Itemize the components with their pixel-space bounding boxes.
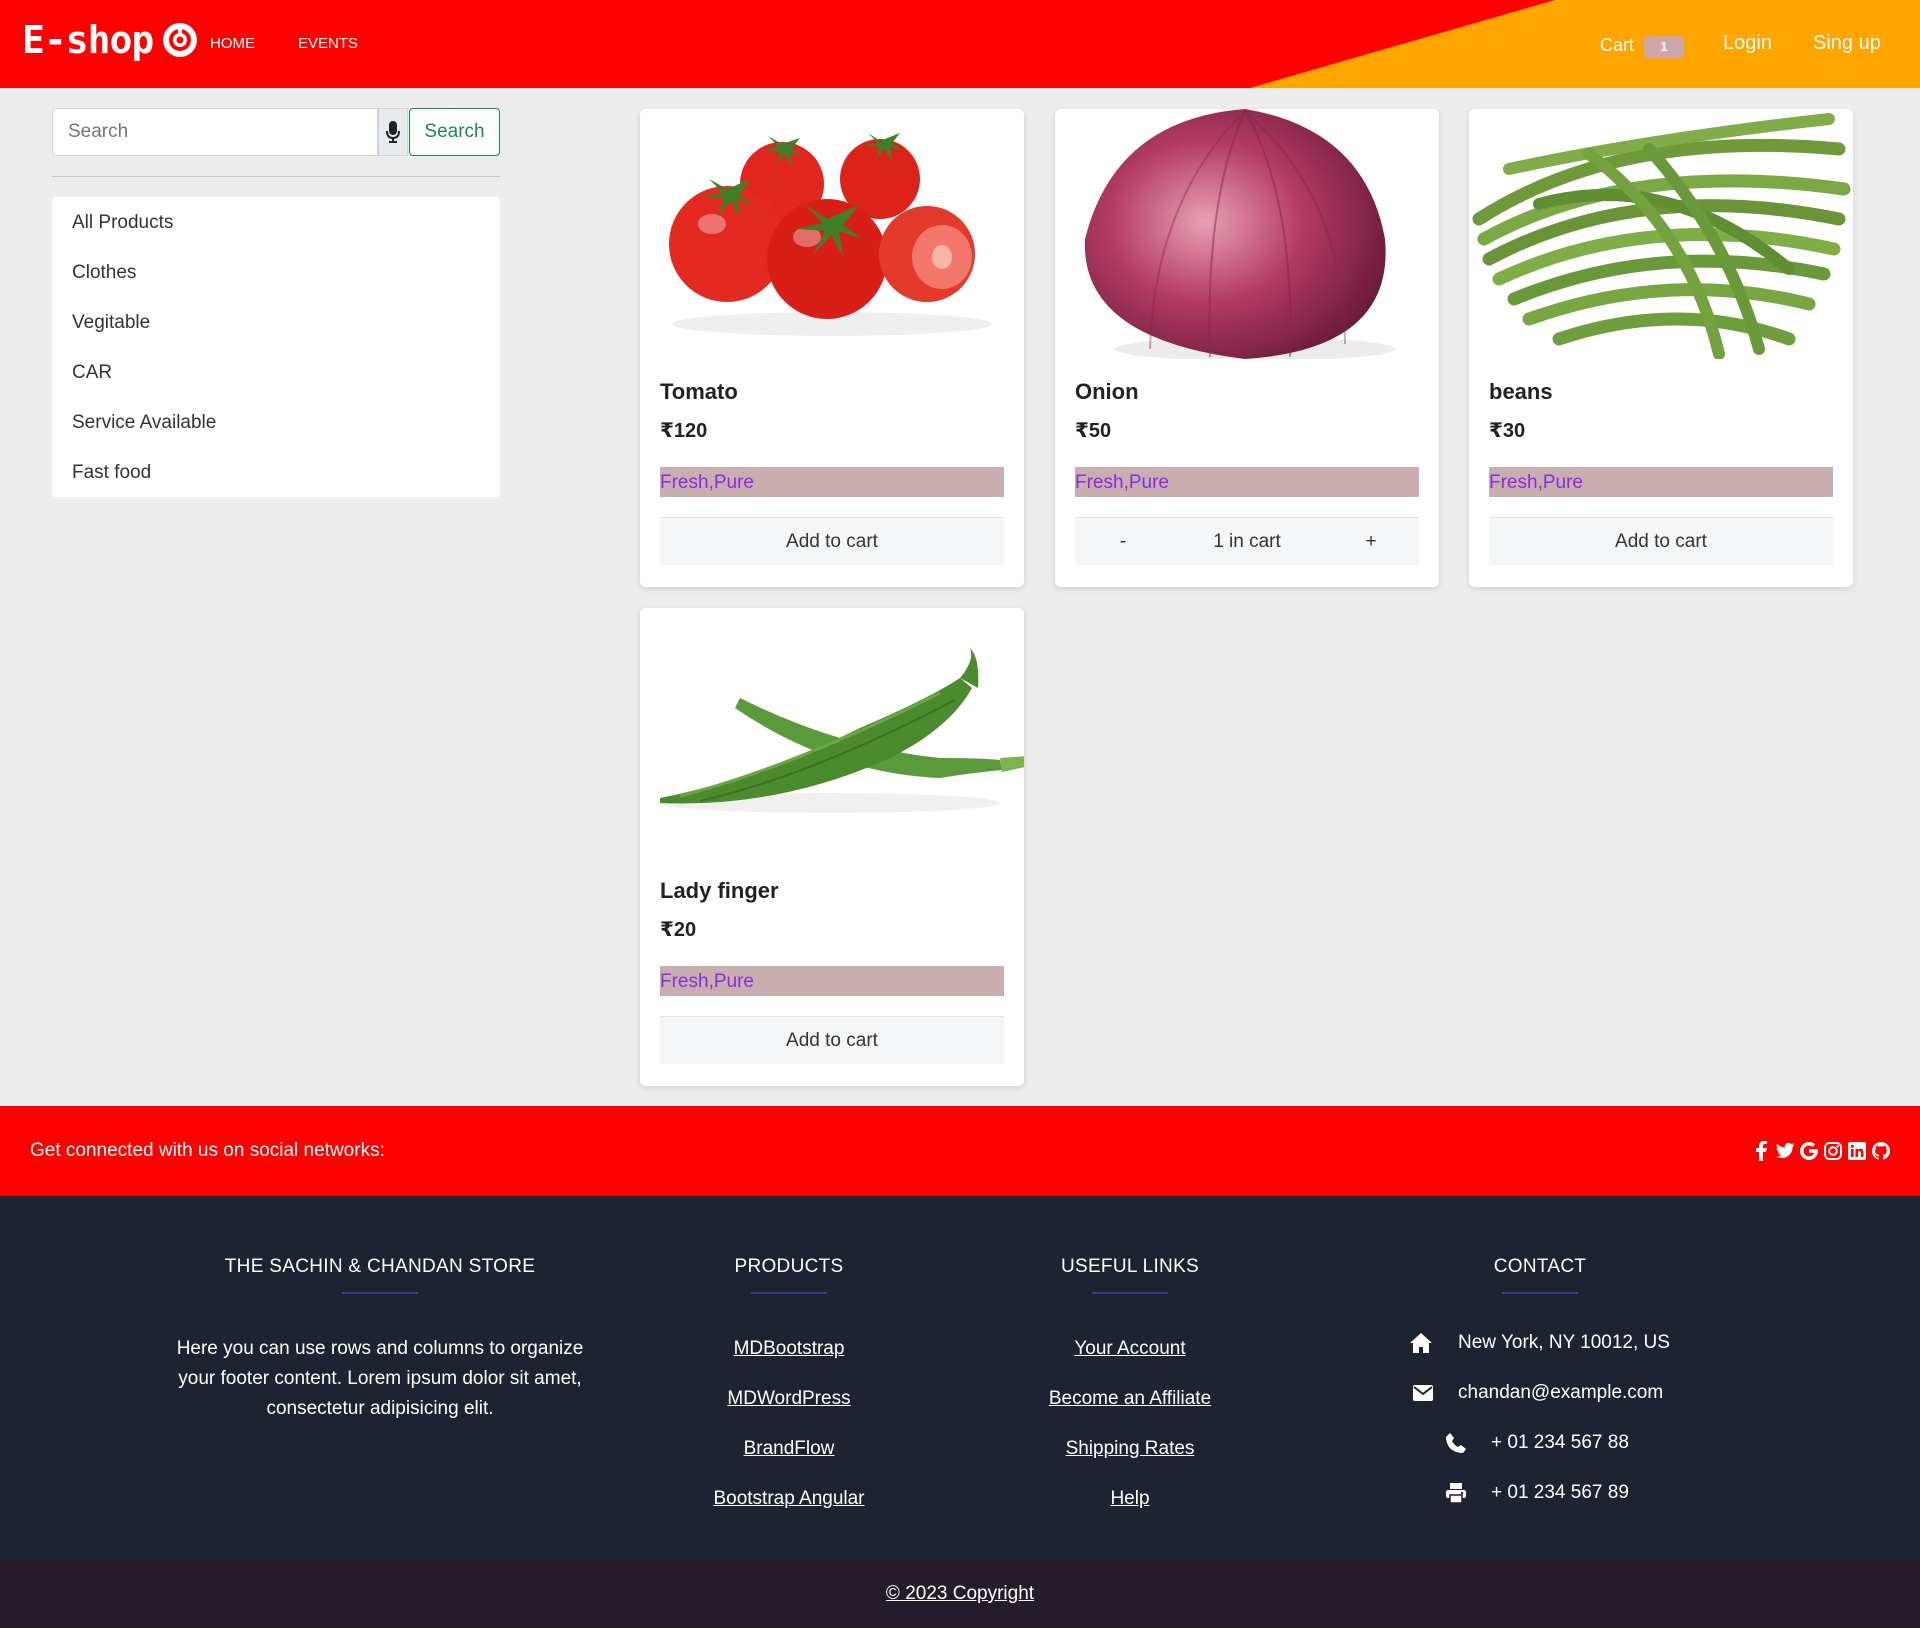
product-price: ₹120 (660, 420, 708, 442)
voice-search-button[interactable] (378, 108, 408, 156)
product-tags: Fresh,Pure (660, 966, 1004, 996)
twitter-icon[interactable] (1776, 1141, 1794, 1161)
google-icon[interactable] (1800, 1141, 1818, 1161)
instagram-icon[interactable] (1824, 1141, 1842, 1161)
add-to-cart-button[interactable]: Add to cart (1489, 517, 1833, 565)
cart-count-badge: 1 (1644, 36, 1684, 58)
footer-useful-links-column: USEFUL LINKS Your Account Become an Affi… (995, 1256, 1265, 1524)
footer-link-brandflow[interactable]: BrandFlow (654, 1424, 924, 1474)
footer-link-help[interactable]: Help (995, 1474, 1265, 1524)
footer-title-rule (751, 1292, 827, 1294)
github-icon[interactable] (1872, 1141, 1890, 1161)
product-image-tomato (640, 109, 1024, 359)
home-icon (1410, 1332, 1432, 1354)
decrease-quantity-button[interactable]: - (1093, 518, 1153, 566)
product-price: ₹30 (1489, 420, 1526, 442)
footer-link-shipping-rates[interactable]: Shipping Rates (995, 1424, 1265, 1474)
category-list: All Products Clothes Vegitable CAR Servi… (52, 197, 500, 497)
footer-contact-column: CONTACT (1405, 1256, 1675, 1294)
contact-address-text: New York, NY 10012, US (1458, 1332, 1670, 1353)
printer-icon (1445, 1482, 1467, 1504)
footer-contact-title: CONTACT (1493, 1256, 1587, 1277)
search-input[interactable] (52, 108, 378, 156)
facebook-icon[interactable] (1752, 1141, 1770, 1161)
category-vegitable[interactable]: Vegitable (52, 298, 500, 348)
phone-icon (1445, 1432, 1467, 1454)
footer-link-become-affiliate[interactable]: Become an Affiliate (995, 1374, 1265, 1424)
cart-link[interactable]: Cart (1600, 35, 1634, 56)
brand-logo[interactable]: E-shop (22, 18, 198, 62)
category-clothes[interactable]: Clothes (52, 248, 500, 298)
brand-name: E-shop (22, 18, 154, 62)
increase-quantity-button[interactable]: + (1341, 518, 1401, 566)
signup-link[interactable]: Sing up (1813, 32, 1881, 55)
product-name: Tomato (660, 379, 738, 404)
footer-title-rule (1092, 1292, 1168, 1294)
footer-store-column: THE SACHIN & CHANDAN STORE Here you can … (175, 1256, 585, 1424)
contact-email: chandan@example.com (1412, 1382, 1663, 1404)
copyright-bar: © 2023 Copyright (0, 1560, 1920, 1628)
category-fast-food[interactable]: Fast food (52, 448, 500, 498)
nav-home-link[interactable]: HOME (210, 35, 255, 52)
nav-events-link[interactable]: EVENTS (298, 35, 358, 52)
product-card-beans: beans ₹30 Fresh,Pure Add to cart (1469, 109, 1853, 587)
quantity-in-cart: 1 in cart (1213, 530, 1281, 552)
footer-store-text: Here you can use rows and columns to org… (176, 1338, 584, 1419)
product-tags: Fresh,Pure (660, 467, 1004, 497)
footer-link-your-account[interactable]: Your Account (995, 1324, 1265, 1374)
product-tags: Fresh,Pure (1075, 467, 1419, 497)
contact-phone: + 01 234 567 88 (1445, 1432, 1629, 1454)
footer-title-rule (342, 1292, 418, 1294)
sidebar-divider (52, 176, 500, 177)
footer-products-links: MDBootstrap MDWordPress BrandFlow Bootst… (654, 1324, 924, 1524)
add-to-cart-label: Add to cart (786, 530, 878, 552)
add-to-cart-label: Add to cart (1615, 530, 1707, 552)
category-car[interactable]: CAR (52, 348, 500, 398)
envelope-icon (1412, 1382, 1434, 1404)
footer-link-bootstrap-angular[interactable]: Bootstrap Angular (654, 1474, 924, 1524)
contact-phone-text: + 01 234 567 88 (1491, 1432, 1629, 1453)
product-name: beans (1489, 379, 1553, 404)
contact-fax-text: + 01 234 567 89 (1491, 1482, 1629, 1503)
top-navbar: E-shop HOME EVENTS Cart 1 Login Sing up (0, 0, 1920, 88)
product-image-beans (1469, 109, 1853, 359)
social-bar: Get connected with us on social networks… (0, 1106, 1920, 1196)
social-connect-text: Get connected with us on social networks… (30, 1140, 385, 1161)
product-image-onion (1055, 109, 1439, 359)
add-to-cart-button[interactable]: Add to cart (660, 1016, 1004, 1064)
login-link[interactable]: Login (1723, 32, 1772, 55)
footer-products-title: PRODUCTS (734, 1256, 844, 1277)
footer-products-column: PRODUCTS MDBootstrap MDWordPress BrandFl… (654, 1256, 924, 1524)
linkedin-icon[interactable] (1848, 1141, 1866, 1161)
search-button[interactable]: Search (409, 108, 500, 156)
add-to-cart-button[interactable]: Add to cart (660, 517, 1004, 565)
footer-link-mdwordpress[interactable]: MDWordPress (654, 1374, 924, 1424)
add-to-cart-label: Add to cart (786, 1029, 878, 1051)
site-footer: THE SACHIN & CHANDAN STORE Here you can … (0, 1196, 1920, 1560)
copyright-link[interactable]: © 2023 Copyright (886, 1583, 1034, 1605)
target-logo-icon (163, 23, 198, 57)
product-card-tomato: Tomato ₹120 Fresh,Pure Add to cart (640, 109, 1024, 587)
contact-fax: + 01 234 567 89 (1445, 1482, 1629, 1504)
product-tags: Fresh,Pure (1489, 467, 1833, 497)
product-card-onion: Onion ₹50 Fresh,Pure - 1 in cart + (1055, 109, 1439, 587)
product-card-lady-finger: Lady finger ₹20 Fresh,Pure Add to cart (640, 608, 1024, 1086)
footer-title-rule (1502, 1292, 1578, 1294)
footer-link-mdbootstrap[interactable]: MDBootstrap (654, 1324, 924, 1374)
category-service-available[interactable]: Service Available (52, 398, 500, 448)
product-price: ₹20 (660, 919, 697, 941)
product-image-lady-finger (640, 608, 1024, 858)
product-name: Lady finger (660, 878, 779, 903)
social-icons (1752, 1141, 1890, 1161)
footer-useful-links: Your Account Become an Affiliate Shippin… (995, 1324, 1265, 1524)
product-name: Onion (1075, 379, 1139, 404)
footer-useful-title: USEFUL LINKS (1060, 1256, 1200, 1277)
contact-email-text: chandan@example.com (1458, 1382, 1664, 1403)
cart-quantity-control: - 1 in cart + (1075, 517, 1419, 565)
footer-store-title: THE SACHIN & CHANDAN STORE (224, 1256, 536, 1277)
category-all-products[interactable]: All Products (52, 198, 500, 248)
product-price: ₹50 (1075, 420, 1112, 442)
microphone-icon (386, 121, 400, 143)
contact-address: New York, NY 10012, US (1410, 1332, 1670, 1354)
